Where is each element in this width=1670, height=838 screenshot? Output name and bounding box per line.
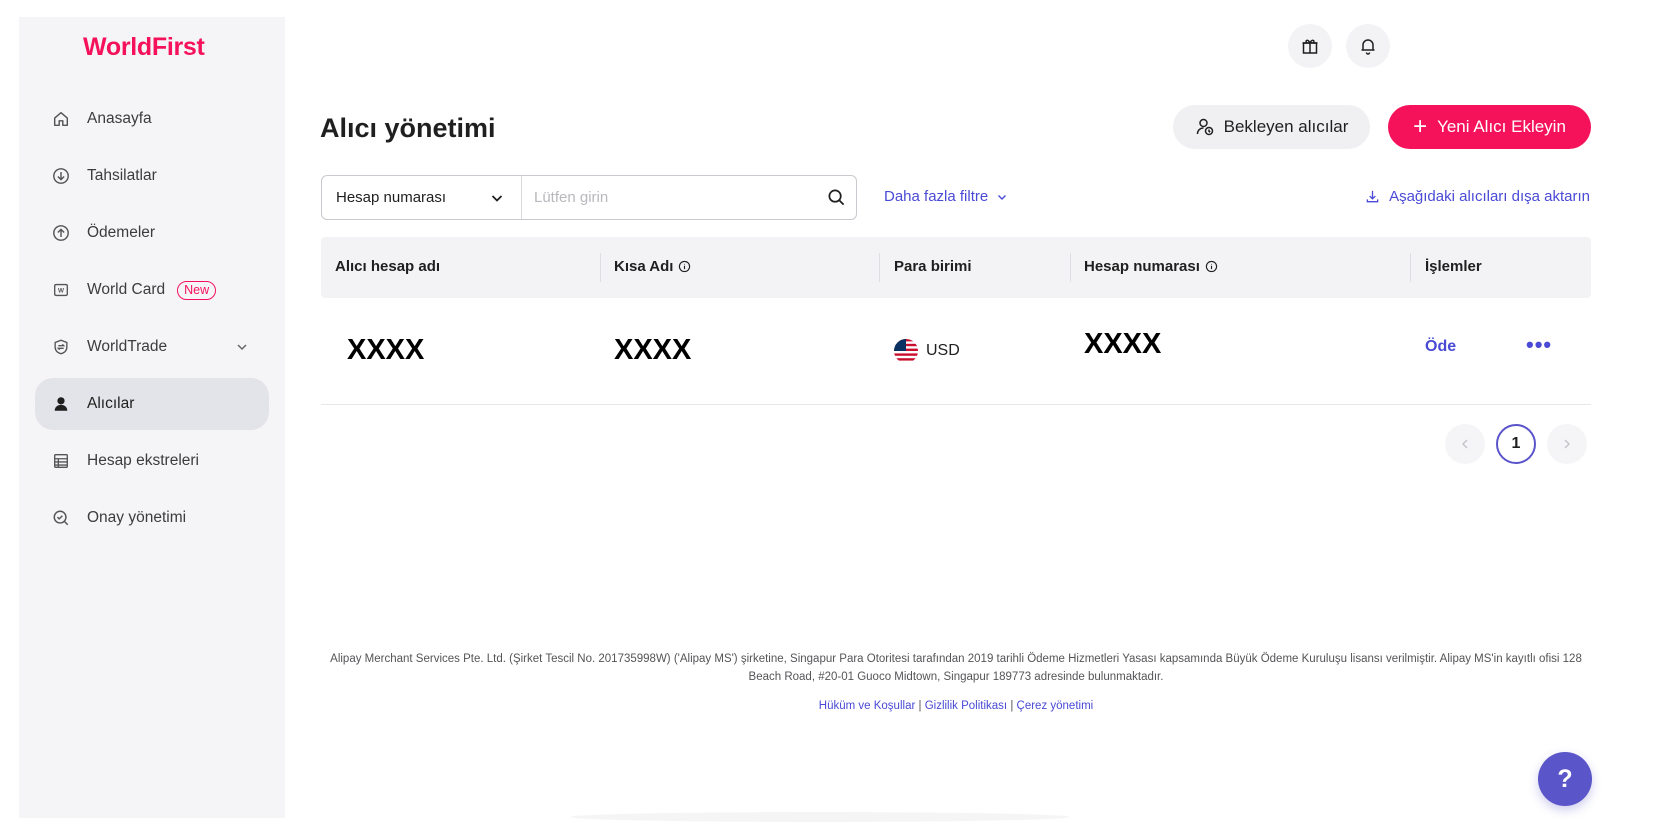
next-page-button[interactable]: [1547, 424, 1587, 464]
pay-link[interactable]: Öde: [1425, 338, 1456, 356]
worldfirst-logo[interactable]: WorldFirst: [83, 33, 205, 62]
page-title: Alıcı yönetimi: [320, 113, 496, 143]
sidebar-item-anasayfa[interactable]: Anasayfa: [35, 93, 269, 145]
cell-account-number: XXXX: [1084, 328, 1162, 360]
column-header-label: Para birimi: [894, 258, 972, 275]
add-payee-label: Yeni Alıcı Ekleyin: [1437, 117, 1566, 136]
chevron-down-icon: [998, 194, 1007, 200]
chevron-down-icon: [491, 195, 503, 202]
bell-icon: [1361, 39, 1375, 55]
chevron-right-icon: [1564, 439, 1570, 449]
search-input[interactable]: [522, 176, 816, 219]
column-header-label: İşlemler: [1425, 258, 1482, 275]
more-filters-link[interactable]: Daha fazla filtre: [884, 188, 1008, 205]
sidebar-item-alicilar[interactable]: Alıcılar: [35, 378, 269, 430]
sidebar-item-world-card[interactable]: W World Card New: [35, 264, 269, 316]
sidebar-item-worldtrade[interactable]: WorldTrade: [35, 321, 269, 373]
pending-payees-button[interactable]: Bekleyen alıcılar: [1173, 105, 1370, 149]
cell-account-name: XXXX: [347, 334, 425, 366]
upload-circle-icon: [51, 223, 71, 243]
trade-shield-icon: [51, 337, 71, 357]
column-divider: [1410, 253, 1411, 282]
search-bar: Hesap numarası: [321, 175, 857, 220]
chevron-left-icon: [1462, 439, 1468, 449]
sidebar-item-odemeler[interactable]: Ödemeler: [35, 207, 269, 259]
chevron-down-icon[interactable]: [235, 340, 249, 354]
search-button[interactable]: [816, 176, 856, 219]
footer-links: Hüküm ve Koşullar | Gizlilik Politikası …: [321, 700, 1591, 712]
pending-user-icon: [1196, 118, 1213, 136]
sidebar-item-label: Onay yönetimi: [87, 509, 187, 526]
column-header-short-name: Kısa Adı: [614, 258, 691, 275]
search-icon: [828, 189, 844, 206]
user-icon: [51, 394, 71, 414]
approval-icon: [51, 508, 71, 528]
column-header-account-name: Alıcı hesap adı: [335, 258, 440, 275]
more-actions-icon[interactable]: •••: [1526, 332, 1552, 358]
sidebar-nav: Anasayfa Tahsilatlar Ödemeler W World Ca…: [35, 93, 269, 549]
svg-text:W: W: [58, 288, 64, 295]
help-button[interactable]: ?: [1538, 752, 1592, 806]
column-header-actions: İşlemler: [1425, 258, 1482, 275]
export-payees-link[interactable]: Aşağıdaki alıcıları dışa aktarın: [1365, 188, 1590, 205]
column-divider: [1070, 253, 1071, 282]
sidebar-item-label: Ödemeler: [87, 224, 156, 241]
currency-code: USD: [926, 342, 960, 359]
column-divider: [600, 253, 601, 282]
more-filters-label: Daha fazla filtre: [884, 188, 989, 205]
sidebar-item-label: WorldTrade: [87, 338, 168, 355]
notification-button[interactable]: [1346, 24, 1390, 68]
add-payee-button[interactable]: + Yeni Alıcı Ekleyin: [1388, 105, 1591, 149]
sidebar-item-onay-yonetimi[interactable]: Onay yönetimi: [35, 492, 269, 544]
us-flag-icon: [894, 339, 918, 363]
page-number-button[interactable]: 1: [1496, 424, 1536, 464]
download-icon: [1366, 190, 1379, 203]
footer-legal-text: Alipay Merchant Services Pte. Ltd. (Şirk…: [330, 653, 1582, 683]
sidebar-item-label: World Card: [87, 281, 166, 298]
cell-short-name: XXXX: [614, 334, 692, 366]
prev-page-button[interactable]: [1445, 424, 1485, 464]
home-icon: [51, 109, 71, 129]
pending-payees-label: Bekleyen alıcılar: [1223, 117, 1349, 136]
column-header-label: Alıcı hesap adı: [335, 258, 441, 275]
gift-button[interactable]: [1288, 24, 1332, 68]
column-header-label: Hesap numarası: [1084, 258, 1200, 275]
cookie-link[interactable]: Çerez yönetimi: [1017, 700, 1094, 712]
sidebar-item-label: Alıcılar: [87, 395, 135, 412]
plus-icon: +: [1413, 113, 1428, 140]
sidebar-item-hesap-ekstreleri[interactable]: Hesap ekstreleri: [35, 435, 269, 487]
sidebar-item-label: Anasayfa: [87, 110, 152, 127]
sidebar: WorldFirst Anasayfa Tahsilatlar Ödemeler…: [19, 17, 285, 818]
sidebar-item-tahsilatlar[interactable]: Tahsilatlar: [35, 150, 269, 202]
column-header-label: Kısa Adı: [614, 258, 674, 275]
card-icon: W: [51, 280, 71, 300]
search-field-value: Hesap numarası: [336, 189, 447, 206]
privacy-link[interactable]: Gizlilik Politikası: [925, 700, 1007, 712]
terms-link[interactable]: Hüküm ve Koşullar: [819, 700, 916, 712]
payees-table: Alıcı hesap adı Kısa Adı Para birimi Hes…: [321, 237, 1591, 405]
search-field-select[interactable]: Hesap numarası: [322, 176, 522, 219]
bottom-shadow: [570, 812, 1070, 822]
sidebar-item-label: Tahsilatlar: [87, 167, 157, 184]
cell-currency: USD: [894, 339, 960, 363]
export-label: Aşağıdaki alıcıları dışa aktarın: [1389, 188, 1590, 205]
column-header-currency: Para birimi: [894, 258, 972, 275]
new-badge: New: [177, 280, 217, 300]
info-icon[interactable]: [678, 260, 691, 273]
table-row[interactable]: XXXX XXXX USD XXXX Öde •••: [321, 298, 1591, 405]
column-header-account-number: Hesap numarası: [1084, 258, 1218, 275]
download-circle-icon: [51, 166, 71, 186]
sidebar-item-label: Hesap ekstreleri: [87, 452, 199, 469]
statement-icon: [51, 451, 71, 471]
table-header: Alıcı hesap adı Kısa Adı Para birimi Hes…: [321, 237, 1591, 298]
gift-icon: [1302, 39, 1318, 54]
column-divider: [879, 253, 880, 282]
info-icon[interactable]: [1205, 260, 1218, 273]
